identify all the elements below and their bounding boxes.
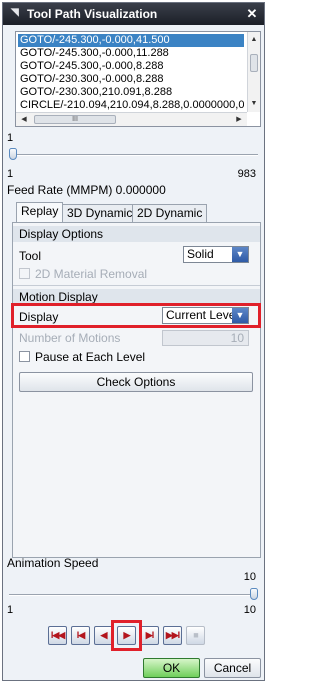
motion-slider-value: 1 xyxy=(7,132,14,144)
scroll-left-icon[interactable]: ◀ xyxy=(18,113,30,126)
close-icon[interactable]: ✕ xyxy=(244,6,260,22)
dropdown-arrow-icon[interactable]: ▼ xyxy=(232,308,248,323)
stop-button: ■ xyxy=(186,626,205,645)
horizontal-scroll-thumb[interactable]: III xyxy=(34,115,116,124)
scroll-down-icon[interactable]: ▼ xyxy=(248,98,260,110)
pause-each-level-label: Pause at Each Level xyxy=(35,350,146,364)
step-back-button[interactable]: I◀ xyxy=(71,626,90,645)
tool-select-value: Solid xyxy=(187,247,214,261)
title-bar: ◥ Tool Path Visualization ✕ xyxy=(3,3,264,25)
list-item[interactable]: CIRCLE/-210.094,210.094,8.288,0.0000000,… xyxy=(18,99,244,112)
tool-path-visualization-dialog: ◥ Tool Path Visualization ✕ GOTO/-245.30… xyxy=(2,2,265,681)
play-button[interactable]: ▶ xyxy=(117,626,136,645)
display-select-value: Current Level xyxy=(166,308,239,322)
pause-each-level-checkbox[interactable] xyxy=(19,351,30,362)
replay-panel: Display Options Tool Solid ▼ 2D Material… xyxy=(11,222,261,558)
motion-slider-max: 983 xyxy=(237,168,256,180)
tool-path-rows: GOTO/-245.300,-0.000,41.500 GOTO/-245.30… xyxy=(18,34,244,112)
motion-display-header: Motion Display xyxy=(13,289,260,305)
dialog-title: Tool Path Visualization xyxy=(27,7,158,21)
scroll-up-icon[interactable]: ▲ xyxy=(248,34,260,46)
animation-speed-track[interactable] xyxy=(9,594,258,596)
tool-path-list[interactable]: GOTO/-245.300,-0.000,41.500 GOTO/-245.30… xyxy=(15,31,261,127)
list-item[interactable]: GOTO/-230.300,-0.000,8.288 xyxy=(18,73,244,86)
ok-button[interactable]: OK xyxy=(143,658,200,678)
number-of-motions-field: 10 xyxy=(162,330,249,346)
cancel-button[interactable]: Cancel xyxy=(204,658,261,678)
display-select[interactable]: Current Level ▼ xyxy=(162,307,249,324)
last-level-button[interactable]: ▶▶I xyxy=(163,626,182,645)
animation-speed-label: Animation Speed xyxy=(7,556,99,570)
display-label: Display xyxy=(19,310,59,324)
motion-slider-handle[interactable] xyxy=(9,148,17,160)
animation-speed-min: 1 xyxy=(7,604,14,616)
animation-speed-value: 10 xyxy=(243,571,256,583)
feed-rate-readout: Feed Rate (MMPM) 0.000000 xyxy=(7,183,166,197)
tool-label: Tool xyxy=(19,249,42,263)
list-item[interactable]: GOTO/-245.300,-0.000,11.288 xyxy=(18,47,244,60)
first-level-button[interactable]: I◀◀ xyxy=(48,626,67,645)
motion-slider-min: 1 xyxy=(7,168,14,180)
animation-speed-max: 10 xyxy=(243,604,256,616)
tab-2d-dynamic[interactable]: 2D Dynamic xyxy=(132,204,208,222)
list-item[interactable]: GOTO/-230.300,210.091,8.288 xyxy=(18,86,244,99)
wand-icon: ◥ xyxy=(11,7,19,18)
display-options-header: Display Options xyxy=(13,226,260,242)
animation-speed-handle[interactable] xyxy=(250,588,258,600)
number-of-motions-label: Number of Motions xyxy=(19,331,121,345)
list-item[interactable]: GOTO/-245.300,-0.000,8.288 xyxy=(18,60,244,73)
vertical-scrollbar[interactable]: ▲ ▼ xyxy=(247,32,260,112)
step-forward-button[interactable]: ▶I xyxy=(140,626,159,645)
horizontal-scrollbar[interactable]: ◀ III ▶ xyxy=(16,112,247,126)
check-options-button[interactable]: Check Options xyxy=(19,372,253,392)
tab-3d-dynamic[interactable]: 3D Dynamic xyxy=(62,204,138,222)
list-item[interactable]: GOTO/-245.300,-0.000,41.500 xyxy=(18,34,244,47)
dropdown-arrow-icon[interactable]: ▼ xyxy=(232,247,248,262)
section-divider xyxy=(13,285,260,286)
play-backward-button[interactable]: ◀ xyxy=(94,626,113,645)
vertical-scroll-thumb[interactable] xyxy=(250,54,258,72)
tab-replay[interactable]: Replay xyxy=(16,202,64,223)
material-removal-label: 2D Material Removal xyxy=(35,267,148,281)
material-removal-checkbox xyxy=(19,268,30,279)
motion-slider-track[interactable] xyxy=(9,154,258,156)
tool-select[interactable]: Solid ▼ xyxy=(183,246,249,263)
scroll-right-icon[interactable]: ▶ xyxy=(233,113,245,126)
